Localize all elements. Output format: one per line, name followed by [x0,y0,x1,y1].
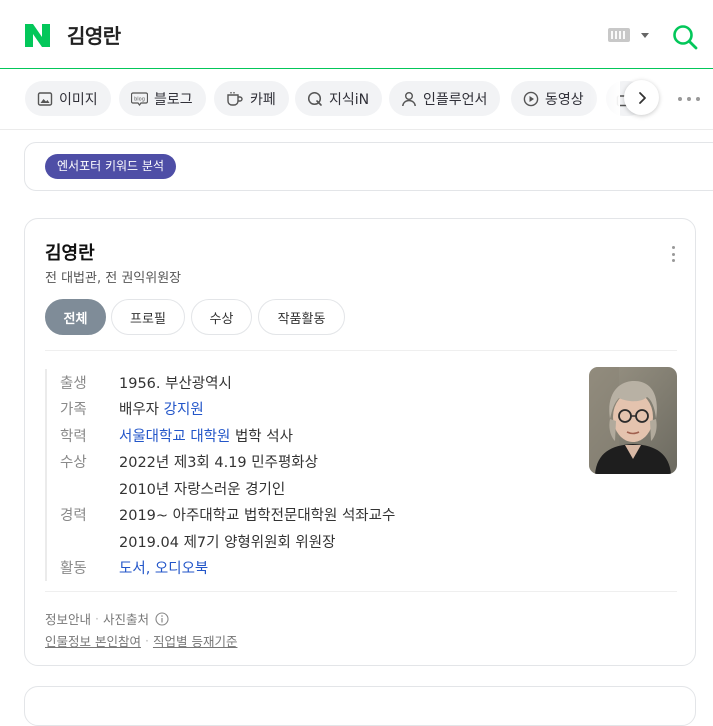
search-query-text[interactable]: 김영란 [67,20,121,49]
profile-tab-awards[interactable]: 수상 [191,299,252,335]
degree-text: 법학 석사 [230,428,293,445]
info-value: 도서, 오디오북 [119,561,209,578]
info-source-line: 정보안내 · 사진출처 [45,609,169,628]
tab-label: 블로그 [154,91,193,108]
svg-text:blog: blog [134,96,145,102]
card-menu-icon[interactable] [667,246,679,262]
info-row-award: 수상 2022년 제3회 4.19 민주평화상 [47,449,575,476]
info-value: 2019.04 제7기 양형위원회 위원장 [119,534,336,551]
profile-info-list: 출생 1956. 부산광역시 가족 배우자 강지원 학력 서울대학교 대학원 법… [45,369,575,581]
image-icon [37,91,53,106]
person-icon [402,91,416,106]
info-label: 출생 [60,375,87,392]
audiobook-link[interactable]: 오디오북 [155,561,208,577]
tabs-fade-overlay [590,70,620,128]
play-icon [523,91,539,106]
tab-cafe[interactable]: 카페 [214,81,289,116]
tab-label: 카페 [250,91,276,108]
more-options-icon[interactable] [678,89,700,109]
tab-image[interactable]: 이미지 [25,81,111,116]
profile-tab-profile[interactable]: 프로필 [111,299,185,335]
chevron-right-icon [638,91,646,104]
profile-tab-works[interactable]: 작품활동 [258,299,345,335]
tab-influencer[interactable]: 인플루언서 [389,81,501,116]
chevron-down-icon[interactable] [641,33,649,38]
tab-label: 지식iN [329,91,370,108]
keyboard-icon[interactable] [608,28,630,42]
info-value: 2022년 제3회 4.19 민주평화상 [119,455,318,472]
person-photo[interactable] [589,367,677,474]
kin-icon [307,91,322,106]
tab-label: 이미지 [59,91,98,108]
info-value: 배우자 강지원 [119,398,204,419]
next-result-card [24,686,696,726]
info-label: 학력 [60,428,87,445]
tabs-next-button[interactable] [624,80,659,115]
tab-kin[interactable]: 지식iN [295,81,383,116]
keyword-analysis-badge[interactable]: 엔서포터 키워드 분석 [45,154,176,179]
tab-label: 인플루언서 [423,91,488,108]
profile-tab-all[interactable]: 전체 [45,299,106,335]
info-label: 수상 [60,455,87,472]
search-icon[interactable] [672,24,698,50]
info-guide-link[interactable]: 정보안내 [45,609,91,628]
divider [45,350,677,351]
cafe-cup-icon [227,91,243,106]
person-name[interactable]: 김영란 [45,239,95,265]
participation-line: 인물정보 본인참여 · 직업별 등재기준 [45,631,237,650]
keyword-analysis-panel: 엔서포터 키워드 분석 [24,142,713,191]
info-row-education: 학력 서울대학교 대학원 법학 석사 [47,422,575,449]
info-value: 서울대학교 대학원 법학 석사 [119,425,293,446]
spouse-link[interactable]: 강지원 [164,402,204,418]
family-prefix: 배우자 [119,402,164,419]
person-profile-card: 김영란 전 대법관, 전 권익위원장 전체 프로필 수상 작품활동 출생 195… [24,218,696,666]
info-label: 활동 [60,561,87,578]
info-value: 2019~ 아주대학교 법학전문대학원 석좌교수 [119,508,396,525]
tab-label: 동영상 [545,91,584,108]
info-row-birth: 출생 1956. 부산광역시 [47,369,575,396]
info-label: 가족 [60,402,87,419]
info-row-career: 경력 2019~ 아주대학교 법학전문대학원 석좌교수 [47,502,575,529]
info-value: 1956. 부산광역시 [119,375,232,392]
info-row-activity: 활동 도서, 오디오북 [47,555,575,582]
divider [45,591,677,592]
info-row-family: 가족 배우자 강지원 [47,396,575,423]
search-header: 김영란 [0,0,713,69]
listing-criteria-link[interactable]: 직업별 등재기준 [153,631,237,650]
info-label: 경력 [60,508,87,525]
separator-dot: · [144,633,149,648]
separator-dot: · [95,611,99,626]
info-row-award-2: 2010년 자랑스러운 경기인 [47,475,575,502]
blog-icon: blog [131,91,148,106]
graduate-school-link[interactable]: 대학원 [190,429,230,445]
photo-source-link[interactable]: 사진출처 [103,609,149,628]
books-link[interactable]: 도서 [119,561,146,577]
tab-blog[interactable]: blog 블로그 [119,81,206,116]
info-row-career-2: 2019.04 제7기 양형위원회 위원장 [47,528,575,555]
info-value: 2010년 자랑스러운 경기인 [119,481,286,498]
naver-n-logo-icon[interactable] [25,24,50,47]
university-link[interactable]: 서울대학교 [119,429,186,445]
self-participation-link[interactable]: 인물정보 본인참여 [45,631,141,650]
info-circle-icon[interactable] [155,611,169,626]
person-subtitle: 전 대법관, 전 권익위원장 [45,271,182,286]
tab-video[interactable]: 동영상 [511,81,597,116]
